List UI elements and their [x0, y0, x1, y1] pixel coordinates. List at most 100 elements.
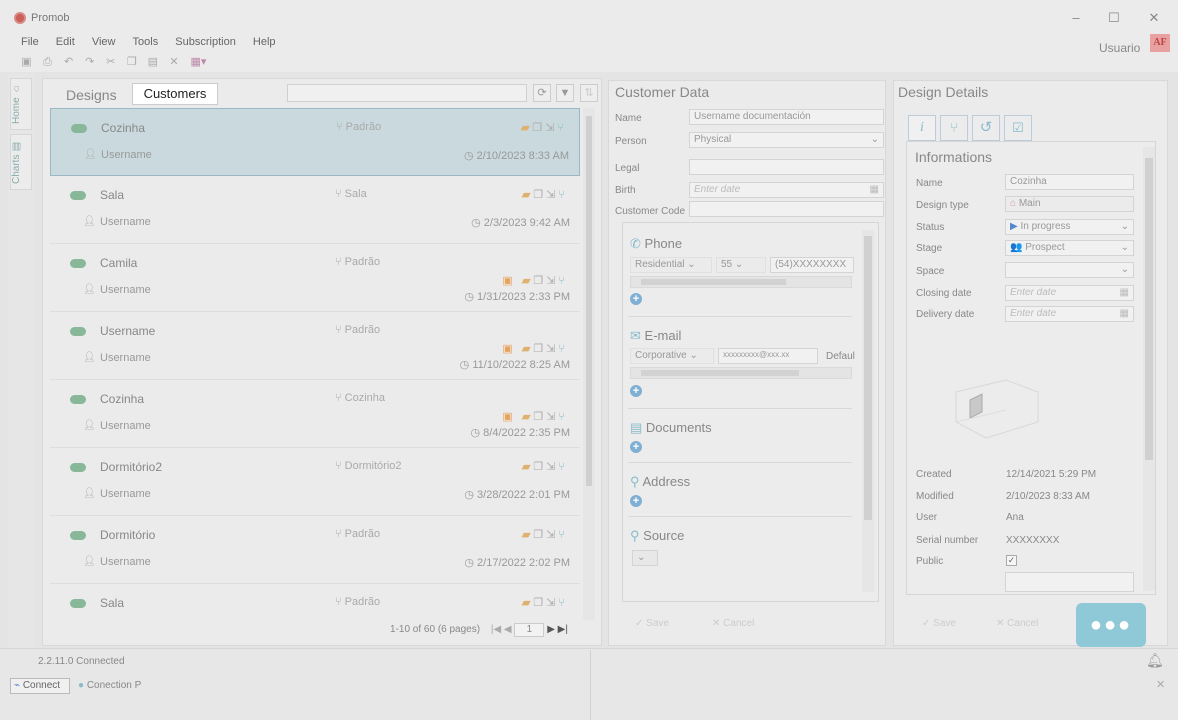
menu-subscription[interactable]: Subscription	[175, 36, 236, 48]
bell-icon[interactable]: 🔔︎	[1146, 652, 1164, 669]
delete-icon[interactable]: ✕	[167, 56, 180, 68]
phone-hscroll[interactable]	[630, 276, 852, 288]
menu-view[interactable]: View	[92, 36, 116, 48]
share-icon[interactable]: ⑂	[558, 597, 568, 609]
sort-icon[interactable]: ⇅	[580, 84, 598, 102]
share-icon[interactable]: ⑂	[558, 189, 568, 201]
phone-country-select[interactable]: 55 ⌄	[716, 257, 766, 273]
share-icon[interactable]: ⑂	[558, 343, 568, 355]
menu-edit[interactable]: Edit	[56, 36, 75, 48]
list-scrollbar-thumb[interactable]	[586, 116, 592, 486]
delivery-date-field[interactable]: Enter date ▦	[1005, 306, 1134, 322]
legal-field[interactable]	[689, 159, 884, 175]
add-document-icon[interactable]: +	[630, 441, 642, 453]
person-select[interactable]: Physical ⌄	[689, 132, 884, 148]
folder-icon[interactable]: ▰	[522, 343, 533, 355]
copy-icon[interactable]: ❐	[533, 411, 546, 423]
tab-customers[interactable]: Customers	[132, 83, 218, 105]
export-icon[interactable]: ⇲	[545, 122, 557, 134]
rail-tab-home[interactable]: Home ⌂	[10, 78, 32, 130]
email-default[interactable]: Defaul	[826, 351, 855, 362]
connect-button[interactable]: ⌁ Connect	[10, 678, 70, 694]
cut-icon[interactable]: ✂	[104, 56, 117, 68]
table-row[interactable]: Sala ⑂ Padrão ▰❐⇲⑂	[50, 584, 580, 620]
details-cancel-button[interactable]: ✕ Cancel	[996, 618, 1038, 629]
folder-icon[interactable]: ▰	[522, 411, 533, 423]
share-icon[interactable]: ⑂	[558, 411, 568, 423]
email-field[interactable]: xxxxxxxxx@xxx.xx	[718, 348, 818, 364]
badge-icon[interactable]: ▣	[502, 343, 515, 355]
export-icon[interactable]: ⇲	[546, 529, 558, 541]
copy-icon[interactable]: ❐	[533, 461, 546, 473]
copy-icon[interactable]: ❐	[532, 122, 545, 134]
contacts-scrollbar-thumb[interactable]	[864, 236, 872, 520]
maximize-button[interactable]: ☐	[1100, 8, 1128, 28]
user-name[interactable]: Usuario	[1099, 41, 1140, 55]
notes-field[interactable]	[1005, 572, 1134, 592]
source-select[interactable]: ⌄	[632, 550, 658, 566]
folder-icon[interactable]: ▰	[522, 461, 533, 473]
share-icon[interactable]: ⑂	[557, 122, 567, 134]
export-icon[interactable]: ⇲	[546, 461, 558, 473]
undo-icon[interactable]: ↶	[62, 56, 75, 68]
table-row[interactable]: Username ⑂ Padrão ▣ ▰❐⇲⑂ 👤︎ Username ◷ 11/10/…	[50, 312, 580, 380]
avatar[interactable]: AF	[1150, 34, 1170, 52]
badge-icon[interactable]: ▣	[502, 275, 515, 287]
folder-icon[interactable]: ▰	[522, 275, 533, 287]
status-select[interactable]: ▶ In progress ⌄	[1005, 219, 1134, 235]
hierarchy-tab-icon[interactable]: ⑂	[940, 115, 968, 141]
rail-tab-charts[interactable]: Charts ▥	[10, 134, 32, 190]
customer-code-field[interactable]	[689, 201, 884, 217]
folder-icon[interactable]: ▰	[522, 529, 533, 541]
add-address-icon[interactable]: +	[630, 495, 642, 507]
customer-cancel-button[interactable]: ✕ Cancel	[712, 618, 754, 629]
palette-icon[interactable]: ▦▾	[189, 56, 209, 68]
customer-save-button[interactable]: ✓ Save	[635, 618, 669, 629]
copy-icon[interactable]: ❐	[125, 56, 138, 68]
history-tab-icon[interactable]: ↺	[972, 115, 1000, 141]
print-icon[interactable]: ⎙	[41, 56, 54, 68]
badge-icon[interactable]: ▣	[502, 411, 515, 423]
menu-tools[interactable]: Tools	[133, 36, 159, 48]
add-email-icon[interactable]: +	[630, 385, 642, 397]
space-select[interactable]: ⌄	[1005, 262, 1134, 278]
paste-icon[interactable]: ▤	[146, 56, 159, 68]
info-tab-icon[interactable]: i	[908, 115, 936, 141]
design-type-select[interactable]: ⌂ Main	[1005, 196, 1134, 212]
export-icon[interactable]: ⇲	[546, 343, 558, 355]
prev-page-icon[interactable]: ◀	[504, 624, 512, 635]
chat-bubble-icon[interactable]: ●●●	[1076, 603, 1146, 647]
details-scrollbar-thumb[interactable]	[1145, 158, 1153, 460]
email-hscroll[interactable]	[630, 367, 852, 379]
copy-icon[interactable]: ❐	[533, 529, 546, 541]
first-page-icon[interactable]: |◀	[491, 624, 501, 635]
calendar-icon[interactable]: ▦	[870, 184, 879, 195]
search-input[interactable]	[287, 84, 527, 102]
copy-icon[interactable]: ❐	[533, 597, 546, 609]
folder-icon[interactable]: ▰	[522, 597, 533, 609]
page-input[interactable]: 1	[514, 623, 545, 637]
copy-icon[interactable]: ❐	[533, 189, 546, 201]
table-row[interactable]: Sala ⑂ Sala ▰❐⇲⑂ 👤︎ Username ◷ 2/3/2023 9:42 …	[50, 176, 580, 244]
checklist-tab-icon[interactable]: ☑	[1004, 115, 1032, 141]
folder-icon[interactable]: ▰	[521, 122, 532, 134]
table-row[interactable]: Dormitório ⑂ Padrão ▰❐⇲⑂ 👤︎ Username ◷ 2/17/2…	[50, 516, 580, 584]
detail-name-field[interactable]: Cozinha	[1005, 174, 1134, 190]
tab-designs[interactable]: Designs	[66, 87, 117, 103]
next-page-icon[interactable]: ▶	[547, 624, 555, 635]
export-icon[interactable]: ⇲	[546, 597, 558, 609]
share-icon[interactable]: ⑂	[558, 275, 568, 287]
menu-help[interactable]: Help	[253, 36, 276, 48]
table-row[interactable]: Cozinha ⑂ Padrão ▰❐⇲⑂ 👤︎ Username ◷ 2/10/2023…	[50, 108, 580, 176]
stage-select[interactable]: 👥 Prospect ⌄	[1005, 240, 1134, 256]
birth-field[interactable]: Enter date ▦	[689, 182, 884, 198]
export-icon[interactable]: ⇲	[546, 411, 558, 423]
last-page-icon[interactable]: ▶|	[558, 624, 568, 635]
table-row[interactable]: Cozinha ⑂ Cozinha ▣ ▰❐⇲⑂ 👤︎ Username ◷ 8/4/20…	[50, 380, 580, 448]
minimize-button[interactable]: –	[1062, 8, 1090, 28]
details-save-button[interactable]: ✓ Save	[922, 618, 956, 629]
save-icon[interactable]: ▣	[20, 56, 33, 68]
add-phone-icon[interactable]: +	[630, 293, 642, 305]
name-field[interactable]: Username documentación	[689, 109, 884, 125]
share-icon[interactable]: ⑂	[558, 529, 568, 541]
